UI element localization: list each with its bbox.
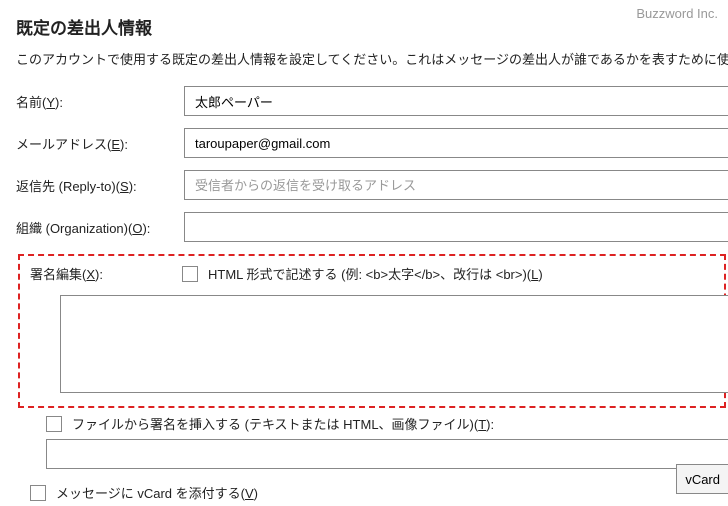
label-html-format: HTML 形式で記述する (例: <b>太字</b>、改行は <br>)(L) xyxy=(208,264,543,283)
row-name: 名前(Y): xyxy=(16,86,728,116)
page-heading: 既定の差出人情報 xyxy=(16,14,728,39)
label-replyto: 返信先 (Reply-to)(S): xyxy=(16,176,184,195)
label-org: 組織 (Organization)(O): xyxy=(16,218,184,237)
textarea-signature[interactable] xyxy=(60,295,728,393)
label-vcard: メッセージに vCard を添付する(V) xyxy=(56,483,258,502)
page-description: このアカウントで使用する既定の差出人情報を設定してください。これはメッセージの差… xyxy=(16,49,728,68)
settings-panel: 既定の差出人情報 このアカウントで使用する既定の差出人情報を設定してください。こ… xyxy=(0,0,728,502)
input-file-path-disabled xyxy=(46,439,728,469)
row-signature-edit: 署名編集(X): HTML 形式で記述する (例: <b>太字</b>、改行は … xyxy=(30,264,714,283)
input-replyto[interactable] xyxy=(184,170,728,200)
row-file-signature: ファイルから署名を挿入する (テキストまたは HTML、画像ファイル)(T): xyxy=(46,414,728,433)
vcard-edit-button[interactable]: vCard xyxy=(676,464,728,494)
input-name[interactable] xyxy=(184,86,728,116)
checkbox-vcard[interactable] xyxy=(30,485,46,501)
label-name: 名前(Y): xyxy=(16,92,184,111)
row-email: メールアドレス(E): xyxy=(16,128,728,158)
row-vcard: メッセージに vCard を添付する(V) xyxy=(30,483,728,502)
row-replyto: 返信先 (Reply-to)(S): xyxy=(16,170,728,200)
label-file-signature: ファイルから署名を挿入する (テキストまたは HTML、画像ファイル)(T): xyxy=(72,414,494,433)
signature-highlight: 署名編集(X): HTML 形式で記述する (例: <b>太字</b>、改行は … xyxy=(18,254,726,408)
label-email: メールアドレス(E): xyxy=(16,134,184,153)
brand-label: Buzzword Inc. xyxy=(636,6,718,21)
input-org[interactable] xyxy=(184,212,728,242)
row-org: 組織 (Organization)(O): xyxy=(16,212,728,242)
checkbox-html-format[interactable] xyxy=(182,266,198,282)
label-signature: 署名編集(X): xyxy=(30,264,182,283)
checkbox-file-signature[interactable] xyxy=(46,416,62,432)
input-email[interactable] xyxy=(184,128,728,158)
